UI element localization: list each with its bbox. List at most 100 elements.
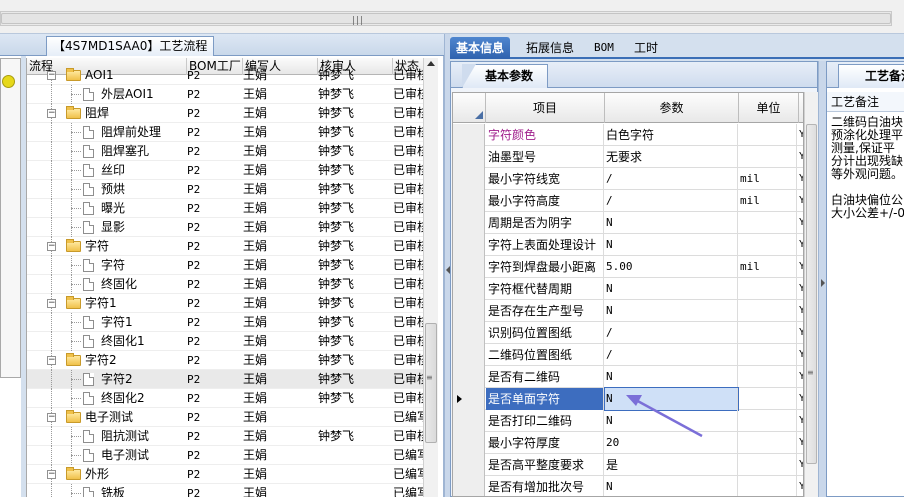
property-row[interactable]: 油墨型号无要求Y bbox=[453, 146, 803, 168]
row-header[interactable] bbox=[453, 344, 485, 366]
property-row[interactable]: 字符上表面处理设计NY bbox=[453, 234, 803, 256]
property-row[interactable]: 是否有二维码NY bbox=[453, 366, 803, 388]
property-row[interactable]: 字符到焊盘最小距离5.00milY bbox=[453, 256, 803, 278]
property-row[interactable]: 是否有增加批次号NY bbox=[453, 476, 803, 496]
row-header[interactable] bbox=[453, 146, 485, 168]
tree-row[interactable]: 终固化 P2 王娟 钟梦飞 已审核 bbox=[27, 275, 427, 294]
tree-row[interactable]: − 阻焊 P2 王娟 钟梦飞 已审核 bbox=[27, 104, 427, 123]
tree-row[interactable]: 字符2 P2 王娟 钟梦飞 已审核 bbox=[27, 370, 427, 389]
row-header[interactable] bbox=[453, 234, 485, 256]
property-value-input[interactable]: 20 bbox=[605, 432, 738, 454]
collapse-toggle-icon[interactable]: − bbox=[47, 71, 56, 80]
property-value-input[interactable]: N bbox=[605, 300, 738, 322]
scrollbar-thumb[interactable] bbox=[806, 124, 817, 464]
property-row[interactable]: 识别码位置图纸/Y bbox=[453, 322, 803, 344]
row-header-corner[interactable] bbox=[453, 93, 486, 123]
collapse-toggle-icon[interactable]: − bbox=[47, 109, 56, 118]
top-horizontal-scrollbar[interactable]: ||| bbox=[0, 11, 892, 26]
tree-row[interactable]: 电子测试 P2 王娟 已编写 bbox=[27, 446, 427, 465]
property-row[interactable]: 是否打印二维码NY bbox=[453, 410, 803, 432]
tree-row[interactable]: − AOI1 P2 王娟 钟梦飞 已审核 bbox=[27, 66, 427, 85]
column-header-unit[interactable]: 单位 bbox=[739, 93, 799, 123]
panel-splitter-right[interactable] bbox=[818, 61, 826, 497]
row-header[interactable] bbox=[453, 190, 485, 212]
property-row[interactable]: 周期是否为阴字NY bbox=[453, 212, 803, 234]
row-header[interactable] bbox=[453, 454, 485, 476]
property-value-input[interactable]: / bbox=[605, 322, 738, 344]
tab-bom[interactable]: BOM bbox=[588, 37, 620, 59]
column-header-item[interactable]: 项目 bbox=[486, 93, 605, 123]
property-row[interactable]: 是否高平整度要求是Y bbox=[453, 454, 803, 476]
tab-basic-info[interactable]: 基本信息 bbox=[450, 37, 511, 59]
column-header-parameter[interactable]: 参数 bbox=[605, 93, 739, 123]
property-value-input[interactable]: 是 bbox=[605, 454, 738, 476]
tab-work-hours[interactable]: 工时 bbox=[628, 37, 664, 59]
property-value-input[interactable]: N bbox=[605, 410, 738, 432]
row-header[interactable] bbox=[453, 168, 485, 190]
tree-row[interactable]: 终固化1 P2 王娟 钟梦飞 已审核 bbox=[27, 332, 427, 351]
tab-process-flow[interactable]: 【4S7MD1SAA0】工艺流程 bbox=[46, 36, 215, 56]
tree-row[interactable]: 外层AOI1 P2 王娟 钟梦飞 已审核 bbox=[27, 85, 427, 104]
property-value-input[interactable]: / bbox=[605, 190, 738, 212]
scrollbar-thumb[interactable]: ||| bbox=[1, 13, 891, 26]
collapse-right-icon[interactable] bbox=[821, 279, 825, 287]
row-header[interactable] bbox=[453, 366, 485, 388]
row-header[interactable] bbox=[453, 212, 485, 234]
tree-row[interactable]: 曝光 P2 王娟 钟梦飞 已审核 bbox=[27, 199, 427, 218]
property-row[interactable]: 字符框代替周期NY bbox=[453, 278, 803, 300]
property-value-input[interactable]: 无要求 bbox=[605, 146, 738, 168]
row-header[interactable] bbox=[453, 476, 485, 496]
property-value-input[interactable]: 白色字符 bbox=[605, 124, 738, 146]
collapse-toggle-icon[interactable]: − bbox=[47, 356, 56, 365]
tab-extended-info[interactable]: 拓展信息 bbox=[520, 37, 580, 59]
craft-notes-text[interactable]: 二维码白油块 预涂化处理平 测量,保证平 分计出现残缺 等外观问题。 白油块偏位公 大小公… bbox=[831, 116, 904, 220]
tab-craft-notes[interactable]: 工艺备注 bbox=[838, 64, 904, 88]
property-value-input[interactable]: N bbox=[605, 212, 738, 234]
tree-row[interactable]: − 字符1 P2 王娟 钟梦飞 已审核 bbox=[27, 294, 427, 313]
tab-basic-params[interactable]: 基本参数 bbox=[462, 64, 549, 88]
property-value-input[interactable]: 5.00 bbox=[605, 256, 738, 278]
property-value-input[interactable]: N bbox=[604, 387, 739, 411]
property-value-input[interactable]: N bbox=[605, 234, 738, 256]
tree-row[interactable]: − 字符2 P2 王娟 钟梦飞 已审核 bbox=[27, 351, 427, 370]
property-row[interactable]: 是否单面字符NY bbox=[453, 387, 803, 411]
collapse-toggle-icon[interactable]: − bbox=[47, 242, 56, 251]
tree-row[interactable]: 阻焊前处理 P2 王娟 钟梦飞 已审核 bbox=[27, 123, 427, 142]
property-value-input[interactable]: / bbox=[605, 344, 738, 366]
property-row[interactable]: 最小字符厚度20Y bbox=[453, 432, 803, 454]
property-row[interactable]: 是否存在生产型号NY bbox=[453, 300, 803, 322]
property-row[interactable]: 字符颜色白色字符Y bbox=[453, 124, 803, 146]
property-value-input[interactable]: N bbox=[605, 476, 738, 496]
property-row[interactable]: 最小字符线宽/milY bbox=[453, 168, 803, 190]
row-header[interactable] bbox=[453, 124, 485, 146]
collapse-toggle-icon[interactable]: − bbox=[47, 470, 56, 479]
tree-row[interactable]: − 外形 P2 王娟 已编写 bbox=[27, 465, 427, 484]
tree-row[interactable]: 铣板 P2 王娟 已编写 bbox=[27, 484, 427, 497]
collapse-toggle-icon[interactable]: − bbox=[47, 299, 56, 308]
scroll-up-arrow-icon[interactable] bbox=[427, 61, 435, 66]
property-value-input[interactable]: N bbox=[605, 278, 738, 300]
property-value-input[interactable]: / bbox=[605, 168, 738, 190]
current-row-indicator-icon[interactable] bbox=[453, 388, 485, 410]
tree-row[interactable]: 丝印 P2 王娟 钟梦飞 已审核 bbox=[27, 161, 427, 180]
row-header[interactable] bbox=[453, 300, 485, 322]
tree-row[interactable]: 预烘 P2 王娟 钟梦飞 已审核 bbox=[27, 180, 427, 199]
property-value-input[interactable]: N bbox=[605, 366, 738, 388]
row-header[interactable] bbox=[453, 278, 485, 300]
row-header[interactable] bbox=[453, 410, 485, 432]
left-vertical-scrollbar[interactable]: ≡ bbox=[423, 58, 438, 497]
tree-row[interactable]: 终固化2 P2 王娟 钟梦飞 已审核 bbox=[27, 389, 427, 408]
property-row[interactable]: 二维码位置图纸/Y bbox=[453, 344, 803, 366]
tree-row[interactable]: 字符 P2 王娟 钟梦飞 已审核 bbox=[27, 256, 427, 275]
tree-row[interactable]: 阻抗测试 P2 王娟 钟梦飞 已审核 bbox=[27, 427, 427, 446]
row-header[interactable] bbox=[453, 432, 485, 454]
row-header[interactable] bbox=[453, 256, 485, 278]
tree-row[interactable]: 字符1 P2 王娟 钟梦飞 已审核 bbox=[27, 313, 427, 332]
collapse-toggle-icon[interactable]: − bbox=[47, 413, 56, 422]
property-row[interactable]: 最小字符高度/milY bbox=[453, 190, 803, 212]
property-vertical-scrollbar[interactable]: ≡ bbox=[804, 92, 818, 497]
tree-row[interactable]: − 电子测试 P2 王娟 已编写 bbox=[27, 408, 427, 427]
tree-row[interactable]: − 字符 P2 王娟 钟梦飞 已审核 bbox=[27, 237, 427, 256]
tree-row[interactable]: 阻焊塞孔 P2 王娟 钟梦飞 已审核 bbox=[27, 142, 427, 161]
row-header[interactable] bbox=[453, 322, 485, 344]
